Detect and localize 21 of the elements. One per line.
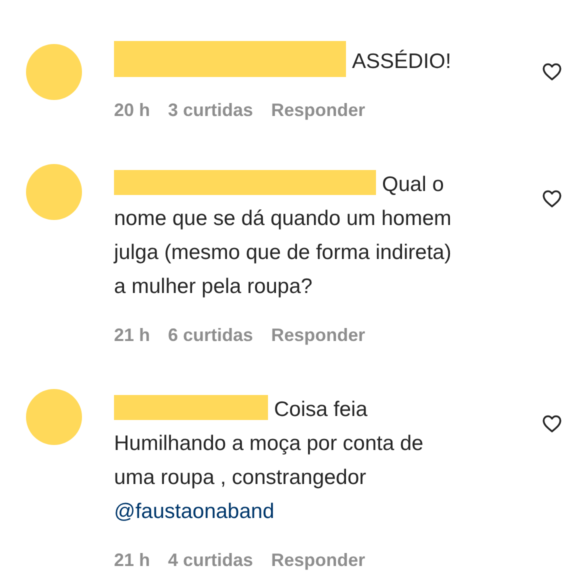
reply-link[interactable]: Responder [271, 550, 366, 571]
comment-text: ASSÉDIO! [352, 50, 452, 73]
mention-link[interactable]: @faustaonaband [114, 500, 274, 523]
reply-link[interactable]: Responder [271, 325, 366, 346]
comment-text: Humilhando a moça por conta de [114, 432, 424, 455]
timestamp: 21 h [114, 550, 150, 571]
comment-text: nome que se dá quando um homem [114, 207, 452, 230]
like-heart-icon[interactable] [542, 62, 562, 81]
like-heart-icon[interactable] [542, 189, 562, 208]
comment-text: Coisa feia [274, 398, 368, 421]
likes-count[interactable]: 4 curtidas [168, 550, 254, 571]
likes-count[interactable]: 3 curtidas [168, 100, 254, 121]
comment-text: a mulher pela roupa? [114, 275, 312, 298]
timestamp: 20 h [114, 100, 150, 121]
comment-text: julga (mesmo que de forma indireta) [114, 241, 452, 264]
likes-count[interactable]: 6 curtidas [168, 325, 254, 346]
reply-link[interactable]: Responder [271, 100, 366, 121]
comment-text: uma roupa , constrangedor [114, 466, 366, 489]
timestamp: 21 h [114, 325, 150, 346]
comment-text: Qual o [382, 173, 444, 196]
like-heart-icon[interactable] [542, 414, 562, 433]
